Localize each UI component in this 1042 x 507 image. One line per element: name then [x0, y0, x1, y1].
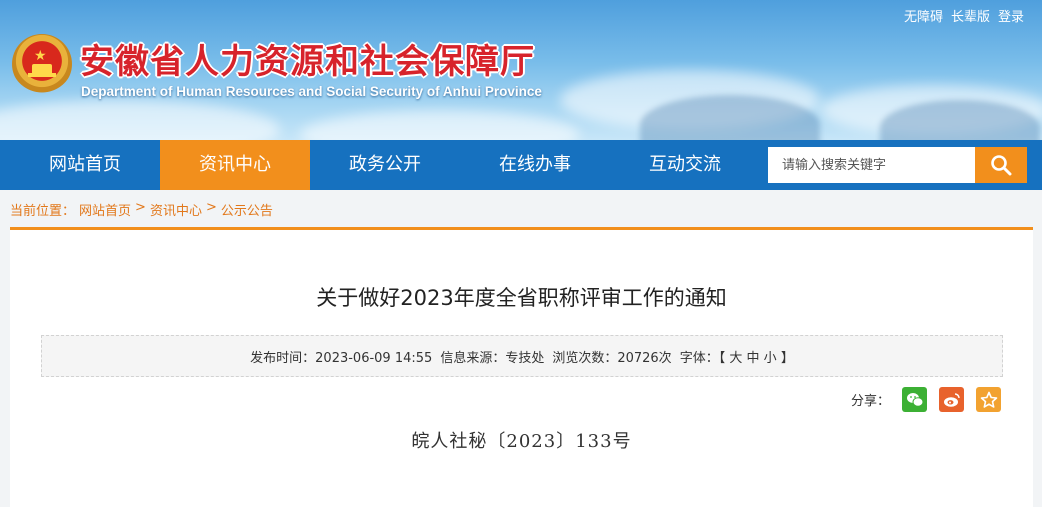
breadcrumb: 当前位置： 网站首页 > 资讯中心 > 公示公告	[10, 200, 273, 219]
search-button[interactable]	[975, 147, 1027, 183]
wechat-icon	[906, 392, 923, 407]
document-number: 皖人社秘〔2023〕133号	[411, 431, 632, 452]
nav-item-home[interactable]: 网站首页	[10, 140, 160, 190]
font-size-close-bracket: 】	[780, 350, 794, 366]
view-count: 浏览次数：20726次	[552, 350, 672, 366]
font-size-medium-button[interactable]: 中	[747, 351, 760, 366]
header-banner: 无障碍 长辈版 登录 ★ 安徽省人力资源和社会保障厅 Department of…	[0, 0, 1042, 140]
nav-item-online-services[interactable]: 在线办事	[460, 140, 610, 190]
breadcrumb-prefix: 当前位置：	[10, 204, 76, 219]
weibo-share-button[interactable]	[939, 387, 964, 412]
article-panel: 关于做好2023年度全省职称评审工作的通知 发布时间：2023-06-09 14…	[10, 227, 1033, 507]
emblem-base	[28, 73, 56, 77]
national-emblem-logo: ★	[12, 34, 72, 94]
font-size-control: 字体：【 大 中 小 】	[680, 347, 794, 366]
search-input[interactable]	[768, 147, 975, 183]
site-subtitle: Department of Human Resources and Social…	[81, 84, 542, 99]
breadcrumb-announcements[interactable]: 公示公告	[221, 200, 273, 219]
banner-cloud	[0, 100, 280, 140]
login-link[interactable]: 登录	[998, 6, 1024, 25]
search-icon	[991, 155, 1012, 176]
breadcrumb-news-center[interactable]: 资讯中心	[150, 200, 202, 219]
breadcrumb-separator: >	[135, 200, 146, 215]
publish-time: 发布时间：2023-06-09 14:55	[250, 350, 433, 366]
article-title: 关于做好2023年度全省职称评审工作的通知	[316, 286, 727, 310]
favorite-star-icon	[980, 391, 997, 408]
wechat-share-button[interactable]	[902, 387, 927, 412]
font-size-label: 字体：【	[679, 350, 726, 366]
breadcrumb-home[interactable]: 网站首页	[79, 200, 131, 219]
site-title: 安徽省人力资源和社会保障厅	[80, 42, 535, 82]
nav-item-news-center[interactable]: 资讯中心	[160, 140, 310, 190]
article-meta-bar: 发布时间：2023-06-09 14:55 信息来源：专技处 浏览次数：2072…	[41, 335, 1003, 377]
font-size-small-button[interactable]: 小	[764, 351, 777, 366]
breadcrumb-separator: >	[205, 200, 217, 215]
weibo-icon	[943, 392, 960, 407]
share-row: 分享：	[851, 387, 1001, 412]
font-size-large-button[interactable]: 大	[729, 351, 742, 366]
elder-mode-link[interactable]: 长辈版	[951, 6, 990, 25]
info-source: 信息来源：专技处	[440, 350, 545, 366]
favorite-share-button[interactable]	[976, 387, 1001, 412]
banner-cloud	[300, 110, 580, 140]
nav-item-government-affairs[interactable]: 政务公开	[310, 140, 460, 190]
top-links: 无障碍 长辈版 登录	[904, 6, 1024, 25]
emblem-gate	[32, 64, 52, 73]
share-label: 分享：	[850, 394, 890, 409]
nav-item-interaction[interactable]: 互动交流	[610, 140, 760, 190]
emblem-star-icon: ★	[34, 48, 47, 64]
accessibility-link[interactable]: 无障碍	[904, 6, 943, 25]
